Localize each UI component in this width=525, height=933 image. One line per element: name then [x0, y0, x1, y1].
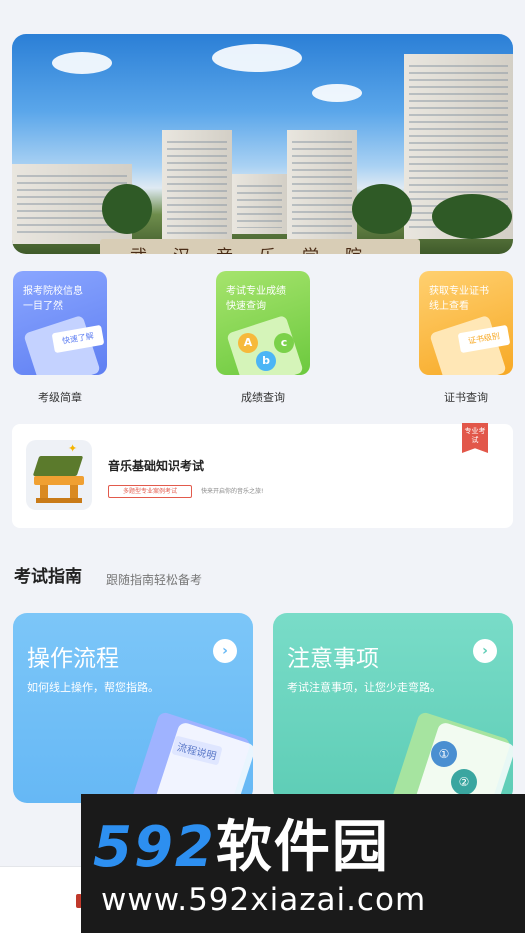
exam-brochure-card[interactable]: 报考院校信息 一目了然 快速了解	[13, 271, 107, 375]
gate-text: 武汉音乐学院	[130, 242, 388, 254]
grade-c-icon: c	[274, 333, 294, 353]
card-subtitle: 如何线上操作，帮您指路。	[27, 681, 159, 694]
score-query-card[interactable]: 考试专业成绩 快速查询 A b c	[216, 271, 310, 375]
watermark-url: www.592xiazai.com	[101, 882, 427, 918]
campus-gate-sign: 武汉音乐学院	[100, 239, 420, 254]
card-title: 操作流程	[27, 646, 119, 672]
card-line2: 一目了然	[23, 301, 63, 312]
card-line2: 快速查询	[226, 301, 266, 312]
step-two-icon: ②	[451, 769, 477, 795]
grade-a-icon: A	[238, 333, 258, 353]
exam-desk-icon: ✦	[26, 440, 92, 510]
exam-subtitle: 快来开启你的音乐之旅!	[201, 488, 264, 495]
watermark-brand: 软件园	[215, 815, 390, 880]
card-title: 注意事项	[287, 646, 379, 672]
music-theory-exam-card[interactable]: ✦ 音乐基础知识考试 多题型专业案例考试 快来开启你的音乐之旅! 专业考试	[12, 423, 513, 528]
chevron-right-icon[interactable]: ›	[473, 639, 497, 663]
watermark-logo: 592软件园	[93, 802, 390, 883]
exam-title: 音乐基础知识考试	[108, 459, 205, 473]
professional-exam-ribbon: 专业考试	[462, 423, 488, 453]
card-line1: 考试专业成绩	[226, 286, 286, 297]
bottom-tab-bar	[0, 866, 82, 933]
card-subtitle: 考试注意事项，让您少走弯路。	[287, 681, 441, 694]
exam-type-badge: 多题型专业案例考试	[108, 485, 192, 498]
certificate-query-label[interactable]: 证书查询	[419, 389, 513, 405]
exam-brochure-label[interactable]: 考级简章	[13, 389, 107, 405]
section-title: 考试指南	[14, 567, 82, 587]
section-subtitle: 跟随指南轻松备考	[106, 573, 203, 587]
sparkle-icon: ✦	[68, 442, 78, 455]
score-query-label[interactable]: 成绩查询	[216, 389, 310, 405]
watermark-overlay: 592软件园 www.592xiazai.com	[81, 794, 525, 933]
campus-banner[interactable]: 武汉音乐学院	[12, 34, 513, 254]
watermark-number: 592	[93, 815, 216, 880]
operation-process-card[interactable]: 操作流程 如何线上操作，帮您指路。 › 流程说明	[13, 613, 253, 803]
chevron-right-icon[interactable]: ›	[213, 639, 237, 663]
card-line1: 报考院校信息	[23, 286, 83, 297]
step-one-icon: ①	[431, 741, 457, 767]
card-line1: 获取专业证书	[429, 286, 489, 297]
certificate-query-card[interactable]: 获取专业证书 线上查看 证书级别	[419, 271, 513, 375]
grade-b-icon: b	[256, 351, 276, 371]
precautions-card[interactable]: 注意事项 考试注意事项，让您少走弯路。 › ① ②	[273, 613, 513, 803]
card-line2: 线上查看	[429, 301, 469, 312]
